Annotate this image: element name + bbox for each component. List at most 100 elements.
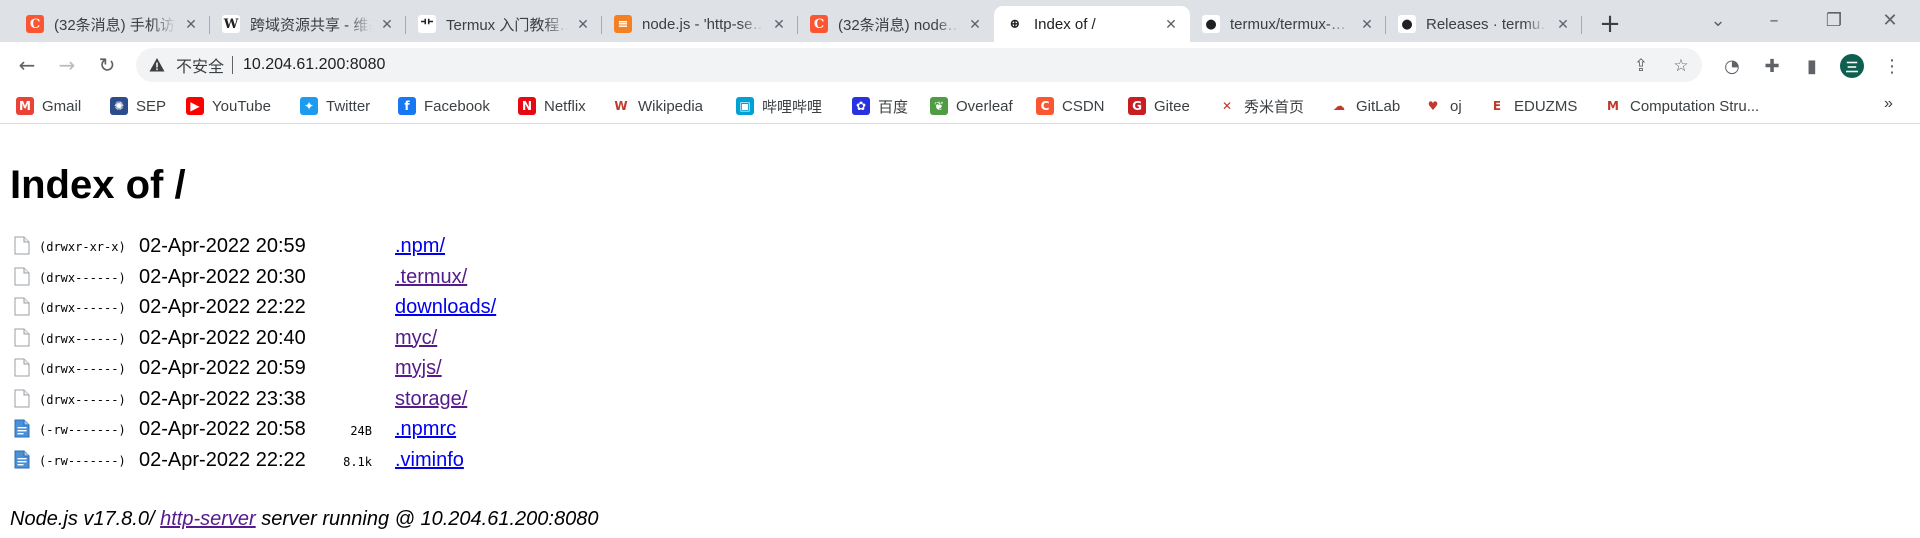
modified-date: 02-Apr-2022 20:40 [139,326,306,349]
bookmarks-overflow-button[interactable]: » [1884,95,1893,113]
tab-title: termux/termux-… [1230,15,1346,33]
tab-close-icon[interactable]: ✕ [378,15,396,33]
url-text[interactable]: 10.204.61.200:8080 [243,56,385,74]
xiumi-icon: ✕ [1218,97,1236,115]
csdn-icon: C [1036,97,1054,115]
listing-row: (-rw-------) 02-Apr-2022 22:22 8.1k .viminf… [0,447,700,473]
listing-row: (drwxr-xr-x) 02-Apr-2022 20:59 .npm/ [0,233,700,259]
http-server-link[interactable]: http-server [160,508,256,530]
bookmark-item[interactable]: ✺ SEP [110,94,166,118]
bookmark-item[interactable]: ▣ 哔哩哔哩 [736,94,822,118]
browser-tab[interactable]: C (32条消息) 手机访问… ✕ [14,6,210,42]
blank-file-icon [14,267,30,286]
bookmark-item[interactable]: f Facebook [398,94,490,118]
browser-tab[interactable]: ≡ node.js - 'http-se… ✕ [602,6,798,42]
tab-close-icon[interactable]: ✕ [1358,15,1376,33]
file-size: 8.1k [343,454,372,469]
browser-tab[interactable]: ● termux/termux-… ✕ [1190,6,1386,42]
bookmark-item[interactable]: W Wikipedia [612,94,703,118]
bookmark-item[interactable]: ❦ Overleaf [930,94,1013,118]
tab-separator [1581,16,1582,34]
twitter-icon: ✦ [300,97,318,115]
tab-close-icon[interactable]: ✕ [770,15,788,33]
browser-tab[interactable]: W 跨域资源共享 - 维基… ✕ [210,6,406,42]
bookmark-item[interactable]: ✕ 秀米首页 [1218,94,1304,118]
gmail-icon: M [16,97,34,115]
eduzms-icon: E [1488,97,1506,115]
entry-link[interactable]: myjs/ [395,357,442,380]
restore-icon[interactable]: ❐ [1816,6,1852,34]
tab-close-icon[interactable]: ✕ [182,15,200,33]
bookmark-star-icon[interactable]: ☆ [1670,55,1692,77]
mit-icon: M [1604,97,1622,115]
bookmark-item[interactable]: E EDUZMS [1488,94,1577,118]
back-button[interactable]: ← [10,48,44,82]
entry-link[interactable]: myc/ [395,327,437,350]
modified-date: 02-Apr-2022 20:58 [139,418,306,440]
facebook-icon: f [398,97,416,115]
bookmark-item[interactable]: C CSDN [1036,94,1105,118]
browser-tab[interactable]: ● Releases · termu… ✕ [1386,6,1582,42]
github-icon: ● [1202,15,1220,33]
tab-search-icon[interactable]: ⌄ [1700,6,1736,34]
minimize-icon[interactable]: – [1756,6,1792,34]
bookmark-item[interactable]: ☁ GitLab [1330,94,1400,118]
stackoverflow-icon: ≡ [614,15,632,33]
tab-title: (32条消息) node… [838,16,960,34]
close-window-icon[interactable]: ✕ [1872,6,1908,34]
tab-close-icon[interactable]: ✕ [966,15,984,33]
text-file-icon [14,450,30,469]
address-bar[interactable]: 不安全 10.204.61.200:8080 ⇪ ☆ [136,48,1702,82]
entry-link[interactable]: .npmrc [395,418,456,441]
entry-link[interactable]: downloads/ [395,296,496,319]
menu-kebab-icon[interactable]: ⋮ [1880,54,1904,78]
tab-strip: + ⌄ – ❐ ✕ C(32条消息) 手机访问…✕W跨域资源共享 - 维基…✕⻀… [0,0,1920,42]
side-panel-icon[interactable]: ▮ [1800,54,1824,78]
github-icon: ● [1398,15,1416,33]
bookmark-item[interactable]: ✦ Twitter [300,94,370,118]
security-label[interactable]: 不安全 [176,53,224,77]
bookmark-label: Computation Stru... [1630,97,1760,115]
entry-link[interactable]: .termux/ [395,266,467,289]
bookmark-item[interactable]: ♥ oj [1424,94,1462,118]
extensions-puzzle-icon[interactable]: ✚ [1760,54,1784,78]
tab-close-icon[interactable]: ✕ [574,15,592,33]
bookmark-label: 秀米首页 [1244,98,1305,116]
new-tab-button[interactable]: + [1596,9,1624,39]
bookmark-item[interactable]: G Gitee [1128,94,1190,118]
warning-icon[interactable] [148,56,166,74]
bookmark-item[interactable]: M Gmail [16,94,81,118]
bookmark-label: Wikipedia [638,97,704,115]
footer-suffix: server running @ 10.204.61.200:8080 [255,508,599,530]
tab-close-icon[interactable]: ✕ [1554,15,1572,33]
bookmark-item[interactable]: ▶ YouTube [186,94,271,118]
forward-button[interactable]: → [50,48,84,82]
browser-tab[interactable]: C (32条消息) node… ✕ [798,6,994,42]
bookmark-item[interactable]: ✿ 百度 [852,94,908,118]
bookmark-label: oj [1450,97,1462,115]
oj-icon: ♥ [1424,97,1442,115]
text-file-icon [14,419,30,438]
share-icon[interactable]: ⇪ [1630,55,1652,77]
tab-title: 跨域资源共享 - 维基… [250,16,372,34]
modified-date: 02-Apr-2022 20:59 [139,357,306,379]
modified-date: 02-Apr-2022 22:22 [139,448,306,471]
entry-link[interactable]: .npm/ [395,235,445,258]
profile-avatar[interactable]: 三 [1840,54,1864,78]
entry-link[interactable]: storage/ [395,388,467,411]
listing-row: (drwx------) 02-Apr-2022 20:30 .termux/ [0,264,700,290]
entry-link[interactable]: .viminfo [395,449,464,472]
tab-close-icon[interactable]: ✕ [1162,15,1180,33]
browser-tab[interactable]: ⊕ Index of / ✕ [994,6,1190,42]
wikipedia-icon: W [612,97,630,115]
reload-button[interactable]: ↻ [90,48,124,82]
bookmark-item[interactable]: N Netflix [518,94,586,118]
wikipedia-icon: W [222,15,240,33]
bookmark-label: Overleaf [956,97,1013,115]
netflix-icon: N [518,97,536,115]
bookmarks-bar: » M Gmail ✺ SEP ▶ YouTube ✦ Twitter f Facebook N Ne… [0,89,1920,124]
extension-gauge-icon[interactable]: ◔ [1720,54,1744,78]
browser-tab[interactable]: ⻀ Termux 入门教程… ✕ [406,6,602,42]
bookmark-item[interactable]: M Computation Stru... [1604,94,1759,118]
youtube-icon: ▶ [186,97,204,115]
